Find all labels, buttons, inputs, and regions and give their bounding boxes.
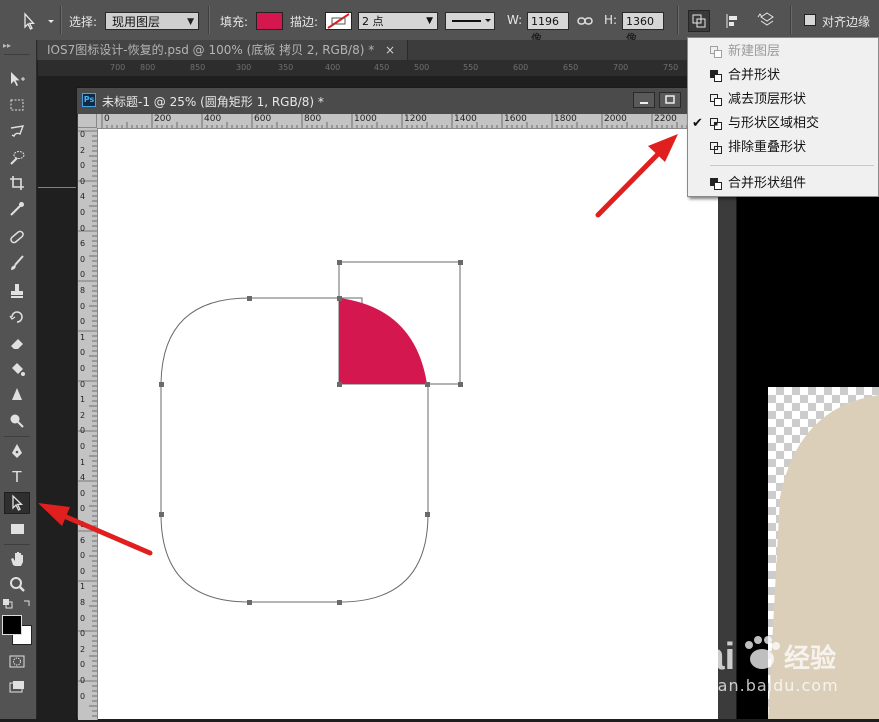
paw-icon [745,636,780,669]
baidu-watermark-logo: Bai 经验 [672,623,872,713]
watermark-logo-tail: 经验 [784,643,836,674]
watermark-logo-text: Bai [676,636,735,678]
watermark-url: jingyan.baidu.com [674,676,839,695]
arrow-to-path-selection-tool [38,503,153,556]
arrow-to-menu [595,134,678,218]
annotation-arrows [38,134,678,556]
